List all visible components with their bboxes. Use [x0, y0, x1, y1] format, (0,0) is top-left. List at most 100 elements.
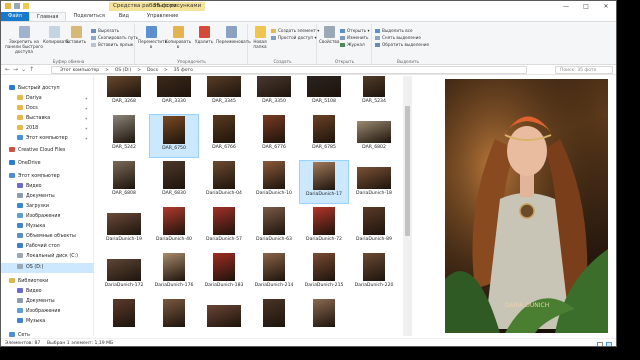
file-thumbnail[interactable]: DAR_6830	[149, 160, 199, 204]
pin-quick-access-button[interactable]: Закрепить на панели быстрого доступа	[5, 26, 43, 54]
nav-item[interactable]: Видео	[1, 287, 94, 297]
nav-item[interactable]: Библиотеки	[1, 277, 94, 287]
rename-button[interactable]: Переименовать	[216, 26, 251, 44]
nav-item[interactable]: Dariya ✦	[1, 94, 94, 104]
file-thumbnail[interactable]: DariaDunich-172	[99, 252, 149, 296]
copy-path-button[interactable]: Скопировать путь	[91, 35, 138, 41]
file-thumbnail[interactable]: DariaDunich-10	[249, 160, 299, 204]
nav-item[interactable]: OS (D:)	[1, 263, 94, 273]
file-thumbnail[interactable]: DariaDunich-63	[249, 206, 299, 250]
tab-view[interactable]: Вид	[112, 12, 136, 21]
file-thumbnail[interactable]: DAR_5242	[99, 114, 149, 158]
vertical-scrollbar[interactable]	[403, 76, 412, 336]
file-thumbnail[interactable]: DariaDunich-89	[349, 206, 399, 250]
close-button[interactable]: ✕	[596, 1, 616, 12]
nav-item[interactable]: Creative Cloud Files	[1, 146, 94, 156]
new-folder-icon[interactable]	[23, 3, 29, 9]
new-folder-button[interactable]: Новая папка	[251, 26, 269, 49]
file-thumbnail[interactable]	[199, 298, 249, 336]
file-thumbnail[interactable]: DariaDunich-72	[299, 206, 349, 250]
file-thumbnail[interactable]: DariaDunich-176	[149, 252, 199, 296]
file-thumbnail[interactable]	[149, 298, 199, 336]
nav-item[interactable]: 2018 ✦	[1, 124, 94, 134]
select-none-button[interactable]: Снять выделение	[375, 35, 421, 41]
file-thumbnail[interactable]: DariaDunich-19	[99, 206, 149, 250]
nav-item[interactable]: Выставка ✦	[1, 114, 94, 124]
file-thumbnail[interactable]: DAR_6766	[199, 114, 249, 158]
file-thumbnail[interactable]: DariaDunich-57	[199, 206, 249, 250]
nav-item[interactable]: Видео	[1, 182, 94, 192]
forward-arrow-icon[interactable]: →	[13, 66, 21, 73]
file-thumbnail[interactable]: DariaDunich-220	[349, 252, 399, 296]
file-thumbnail[interactable]: DAR_6802	[349, 114, 399, 158]
history-button[interactable]: Журнал	[340, 42, 365, 48]
back-arrow-icon[interactable]: ←	[5, 66, 13, 73]
nav-item[interactable]: Музыка	[1, 222, 94, 232]
select-all-button[interactable]: Выделить все	[375, 28, 413, 34]
new-item-button[interactable]: Создать элемент ▾	[271, 28, 319, 34]
breadcrumb-os-d[interactable]: OS (D:)	[115, 68, 131, 73]
file-thumbnail[interactable]: DariaDunich-183	[199, 252, 249, 296]
nav-item[interactable]: Быстрый доступ	[1, 84, 94, 94]
edit-button[interactable]: Изменить	[340, 35, 368, 41]
cut-button[interactable]: Вырезать	[91, 28, 119, 34]
paste-shortcut-button[interactable]: Вставить ярлык	[91, 42, 133, 48]
file-thumbnail[interactable]: DariaDunich-18	[349, 160, 399, 204]
file-thumbnail[interactable]	[249, 298, 299, 336]
nav-item[interactable]: OneDrive	[1, 159, 94, 169]
file-thumbnail[interactable]: DariaDunich-40	[149, 206, 199, 250]
easy-access-button[interactable]: Простой доступ ▾	[271, 35, 317, 41]
details-view-icon[interactable]	[597, 342, 603, 346]
chevron-down-icon[interactable]: ⌄	[21, 66, 29, 73]
nav-item[interactable]: Документы	[1, 297, 94, 307]
file-thumbnail[interactable]: DAR_5108	[299, 76, 349, 112]
nav-item[interactable]: Объемные объекты	[1, 232, 94, 242]
search-input[interactable]: Поиск: 35 фото	[555, 66, 613, 74]
file-thumbnail[interactable]: DariaDunich-17	[299, 160, 349, 204]
breadcrumb[interactable]: Этот компьютер > OS (D:) > Docs >35 фото	[51, 66, 527, 74]
tab-home[interactable]: Главная	[28, 12, 67, 21]
nav-item[interactable]: Этот компьютер	[1, 172, 94, 182]
breadcrumb-35-photos[interactable]: 35 фото	[174, 68, 193, 73]
up-arrow-icon[interactable]: ↑	[29, 66, 37, 73]
tab-share[interactable]: Поделиться	[66, 12, 111, 21]
file-thumbnail[interactable]: DAR_6776	[249, 114, 299, 158]
paste-button[interactable]: Вставить	[65, 26, 87, 44]
nav-item[interactable]: Музыка	[1, 317, 94, 327]
file-thumbnail[interactable]: DariaDunich-215	[299, 252, 349, 296]
file-thumbnail[interactable]: DAR_6750	[149, 114, 199, 158]
nav-item[interactable]: Docs ✦	[1, 104, 94, 114]
file-thumbnail[interactable]: DAR_3345	[199, 76, 249, 112]
copy-button[interactable]: Копировать	[43, 26, 69, 44]
copy-to-button[interactable]: Копировать в	[165, 26, 191, 49]
scrollbar-thumb[interactable]	[405, 106, 410, 236]
nav-item[interactable]: Изображения	[1, 307, 94, 317]
tab-file[interactable]: Файл	[1, 12, 29, 21]
thumbnail-view-icon[interactable]	[606, 342, 612, 346]
nav-item[interactable]: Этот компьютер ✦	[1, 134, 94, 144]
nav-item[interactable]: Изображения	[1, 212, 94, 222]
nav-item[interactable]: Документы	[1, 192, 94, 202]
file-thumbnail[interactable]: DAR_3350	[249, 76, 299, 112]
nav-item[interactable]: Рабочий стол	[1, 242, 94, 252]
properties-button[interactable]: Свойства	[319, 26, 339, 44]
delete-button[interactable]: Удалить	[192, 26, 216, 44]
file-thumbnail[interactable]: DariaDunich-04	[199, 160, 249, 204]
breadcrumb-docs[interactable]: Docs	[147, 68, 158, 73]
file-thumbnail[interactable]	[99, 298, 149, 336]
open-button[interactable]: Открыть ▾	[340, 28, 370, 34]
minimize-button[interactable]: —	[556, 1, 576, 12]
properties-icon[interactable]	[14, 3, 20, 9]
move-to-button[interactable]: Переместить в	[138, 26, 167, 49]
file-thumbnail[interactable]: DAR_3330	[149, 76, 199, 112]
file-thumbnail[interactable]: DAR_6785	[299, 114, 349, 158]
breadcrumb-this-pc[interactable]: Этот компьютер	[60, 68, 99, 73]
nav-item[interactable]: Загрузки	[1, 202, 94, 212]
file-thumbnail[interactable]: DAR_6808	[99, 160, 149, 204]
file-thumbnail[interactable]: DAR_5234	[349, 76, 399, 112]
file-thumbnail[interactable]: DAR_3268	[99, 76, 149, 112]
maximize-button[interactable]: □	[576, 1, 596, 12]
file-thumbnail[interactable]: DariaDunich-214	[249, 252, 299, 296]
tab-manage[interactable]: Управление	[140, 12, 185, 21]
file-thumbnail[interactable]	[299, 298, 349, 336]
